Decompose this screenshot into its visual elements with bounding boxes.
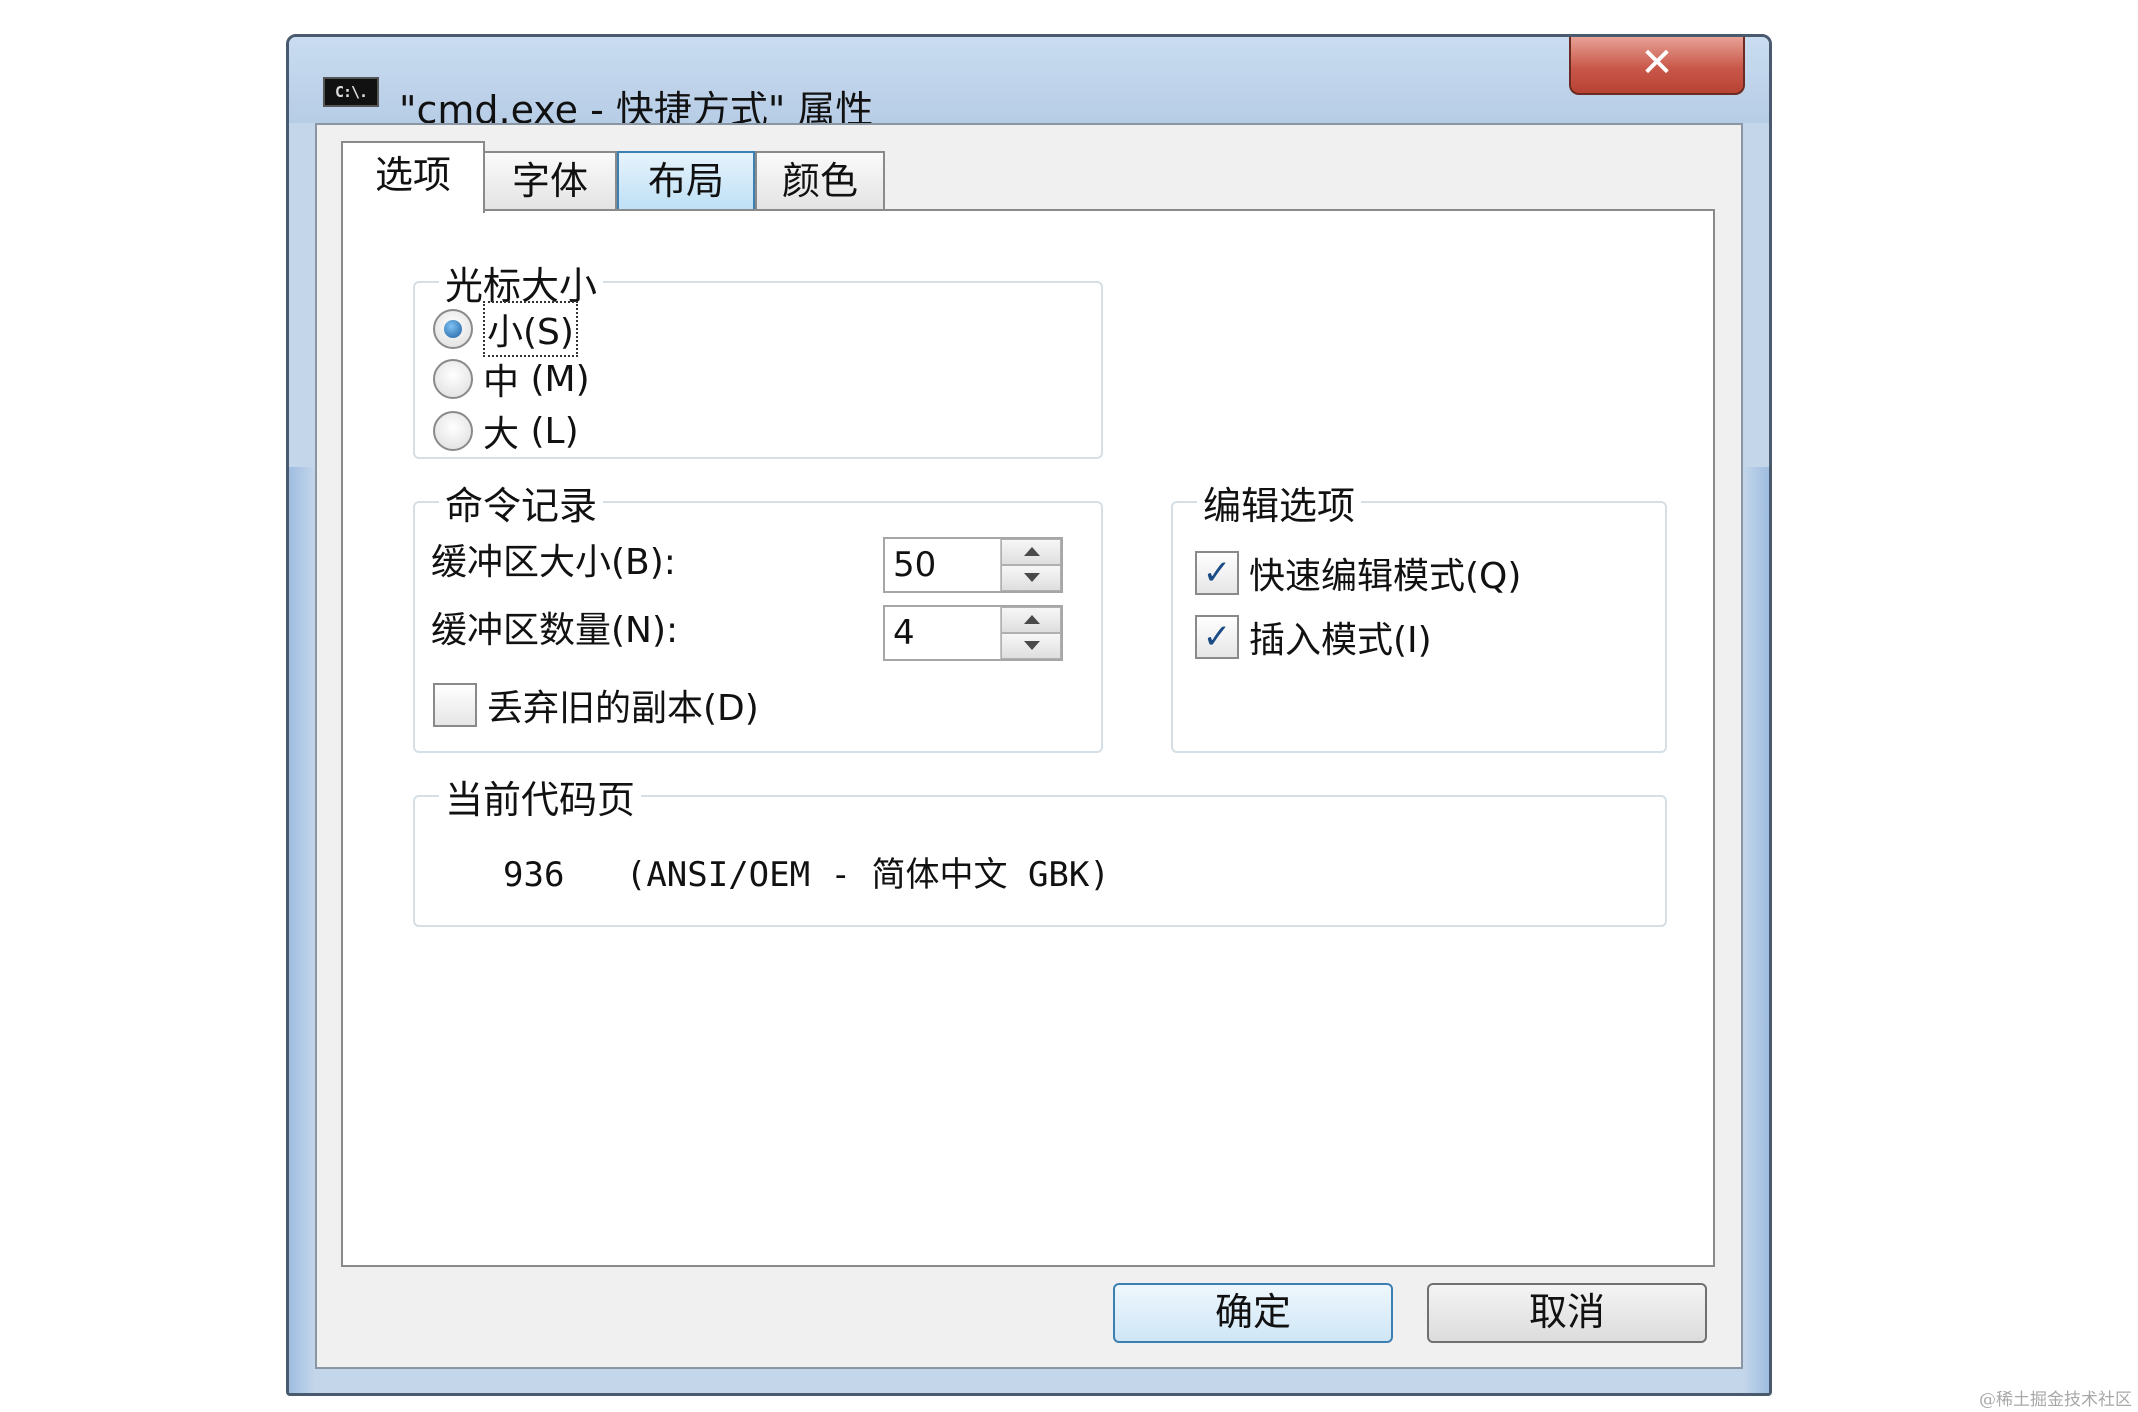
cmd-app-icon[interactable]: C:\.	[323, 77, 379, 107]
insert-mode-label: 插入模式(I)	[1249, 620, 1432, 661]
radio-cursor-medium[interactable]: 中 (M)	[433, 353, 590, 405]
radio-mnemonic-large: (L)	[530, 410, 579, 452]
quick-edit-label: 快速编辑模式(Q)	[1249, 556, 1522, 597]
code-page-value: 936 (ANSI/OEM - 简体中文 GBK)	[503, 847, 1110, 896]
radio-button[interactable]	[433, 411, 473, 451]
radio-label-large: 大	[483, 414, 520, 455]
code-page-number: 936	[503, 855, 565, 895]
right-frame-shade	[1743, 467, 1769, 1393]
code-page-title: 当前代码页	[439, 769, 642, 824]
cursor-size-group: 光标大小 小(S) 中 (M) 大 (L)	[413, 255, 1103, 459]
properties-dialog: C:\. "cmd.exe - 快捷方式" 属性 ✕ 选项 字体 布局 颜色 光…	[286, 34, 1772, 1396]
insert-mode-checkbox[interactable]: ✓ 插入模式(I)	[1195, 611, 1432, 663]
edit-options-group: 编辑选项 ✓ 快速编辑模式(Q) ✓ 插入模式(I)	[1171, 475, 1667, 753]
command-history-title: 命令记录	[439, 475, 604, 530]
spin-down-icon[interactable]	[1001, 565, 1061, 591]
spin-up-icon[interactable]	[1001, 539, 1061, 565]
radio-button-selected[interactable]	[433, 309, 473, 349]
tab-options[interactable]: 选项	[341, 141, 485, 213]
tab-font[interactable]: 字体	[483, 151, 617, 209]
buffer-count-stepper[interactable]: 4	[883, 605, 1063, 661]
radio-mnemonic-medium: (M)	[530, 358, 590, 400]
code-page-description: (ANSI/OEM - 简体中文 GBK)	[625, 855, 1110, 895]
check-icon[interactable]: ✓	[1195, 615, 1239, 659]
buffer-size-stepper[interactable]: 50	[883, 537, 1063, 593]
cancel-button[interactable]: 取消	[1427, 1283, 1707, 1343]
radio-button[interactable]	[433, 359, 473, 399]
edit-options-title: 编辑选项	[1197, 475, 1362, 530]
buffer-count-spin-buttons	[1000, 607, 1061, 659]
buffer-count-label: 缓冲区数量(N):	[431, 610, 679, 651]
tab-colors[interactable]: 颜色	[755, 151, 885, 209]
buffer-size-label: 缓冲区大小(B):	[431, 542, 676, 583]
tab-layout[interactable]: 布局	[617, 151, 755, 209]
radio-cursor-small[interactable]: 小(S)	[433, 301, 578, 357]
command-history-group: 命令记录 缓冲区大小(B): 50 缓冲区数量(N): 4 丢弃旧的副本(D)	[413, 475, 1103, 753]
radio-label-medium: 中	[483, 362, 520, 403]
ok-button[interactable]: 确定	[1113, 1283, 1393, 1343]
radio-cursor-large[interactable]: 大 (L)	[433, 405, 579, 457]
buffer-count-value[interactable]: 4	[893, 607, 915, 659]
focus-outline: 小(S)	[483, 301, 578, 357]
quick-edit-checkbox[interactable]: ✓ 快速编辑模式(Q)	[1195, 547, 1521, 599]
discard-duplicates-checkbox[interactable]: 丢弃旧的副本(D)	[433, 679, 759, 731]
buffer-size-value[interactable]: 50	[893, 539, 936, 591]
spin-up-icon[interactable]	[1001, 607, 1061, 633]
code-page-group: 当前代码页 936 (ANSI/OEM - 简体中文 GBK)	[413, 769, 1667, 927]
tab-panel-options: 光标大小 小(S) 中 (M) 大 (L) 命令记录 缓冲区大小(B): 50 …	[341, 209, 1715, 1267]
radio-mnemonic-small: (S)	[523, 312, 574, 353]
checkbox-unchecked[interactable]	[433, 683, 477, 727]
discard-duplicates-label: 丢弃旧的副本(D)	[487, 688, 759, 729]
dialog-client-area: 选项 字体 布局 颜色 光标大小 小(S) 中 (M) 大 (L) 命令记录 缓…	[315, 123, 1743, 1369]
radio-label-small: 小	[487, 312, 524, 353]
left-frame-shade	[289, 467, 315, 1393]
spin-down-icon[interactable]	[1001, 633, 1061, 659]
buffer-size-spin-buttons	[1000, 539, 1061, 591]
close-button[interactable]: ✕	[1569, 37, 1745, 95]
close-icon: ✕	[1640, 40, 1674, 86]
check-icon[interactable]: ✓	[1195, 551, 1239, 595]
watermark: @稀土掘金技术社区	[1979, 1390, 2132, 1410]
